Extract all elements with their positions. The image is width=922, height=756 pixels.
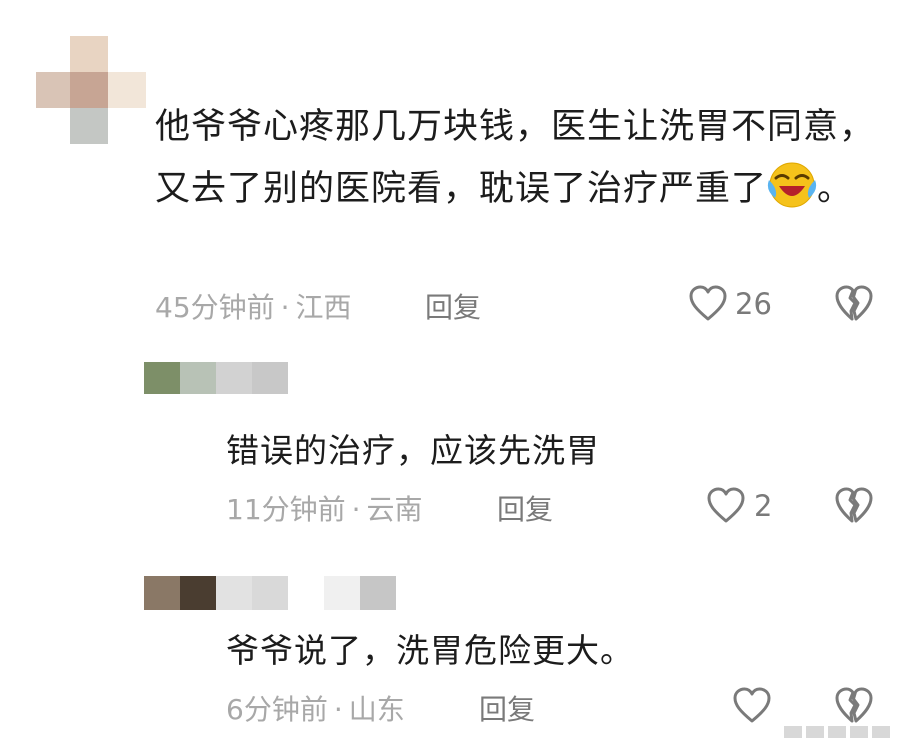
reply-button[interactable]: 回复	[479, 688, 535, 728]
broken-heart-icon[interactable]	[834, 284, 874, 322]
meta-separator: ·	[351, 493, 361, 526]
comment-location: 山东	[348, 693, 405, 726]
crying-laughing-emoji-icon	[767, 160, 817, 230]
comment-1-text: 他爷爷心疼那几万块钱，医生让洗胃不同意，又去了别的医院看，耽误了治疗严重了 。	[155, 96, 875, 230]
watermark	[784, 724, 894, 740]
meta-separator: ·	[333, 693, 343, 726]
broken-heart-icon[interactable]	[834, 486, 874, 524]
comment-3-text: 爷爷说了，洗胃危险更大。	[226, 631, 634, 670]
meta-separator: ·	[280, 291, 290, 324]
broken-heart-icon[interactable]	[834, 686, 874, 724]
avatar-1[interactable]	[36, 36, 148, 144]
comment-time: 45分钟前	[155, 291, 275, 324]
heart-outline-icon[interactable]	[688, 284, 728, 322]
avatar-2[interactable]	[144, 362, 288, 394]
comment-3-meta: 6分钟前 · 山东	[226, 688, 405, 728]
avatar-3[interactable]	[144, 576, 396, 610]
comment-time: 6分钟前	[226, 693, 328, 726]
comment-location: 云南	[366, 493, 423, 526]
comment-time: 11分钟前	[226, 493, 346, 526]
comment-1-meta: 45分钟前 · 江西	[155, 286, 352, 326]
heart-outline-icon[interactable]	[706, 486, 746, 524]
heart-outline-icon[interactable]	[732, 686, 772, 724]
comment-2-text: 错误的治疗，应该先洗胃	[226, 431, 600, 470]
like-count: 2	[754, 489, 773, 523]
reply-button[interactable]: 回复	[497, 488, 553, 528]
reply-button[interactable]: 回复	[425, 286, 481, 326]
like-count: 26	[735, 287, 772, 321]
comment-2-meta: 11分钟前 · 云南	[226, 488, 423, 528]
comment-location: 江西	[295, 291, 352, 324]
